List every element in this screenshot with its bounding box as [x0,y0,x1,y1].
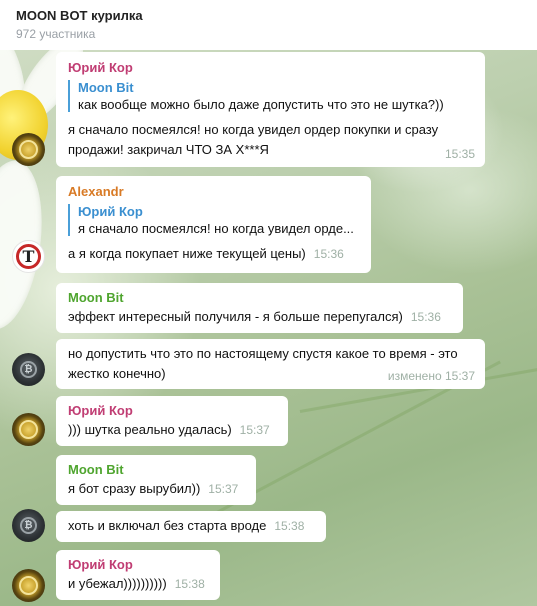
message-time: 15:37 [208,482,239,496]
reply-author: Moon Bit [78,80,134,95]
sender-name[interactable]: Moon Bit [68,462,244,477]
message-bubble[interactable]: но допустить что это по настоящему спуст… [56,339,485,389]
message-text: я бот сразу вырубил)) [68,481,201,496]
message-text: я сначало посмеялся! но когда увидел орд… [68,122,439,157]
avatar-yuri[interactable] [12,413,45,446]
message-bubble[interactable]: Юрий Кор ))) шутка реально удалась) 15:37 [56,396,288,446]
message-time: 15:38 [274,519,305,533]
message-bubble[interactable]: хоть и включал без старта вроде 15:38 [56,511,326,542]
chat-window: MOON BOT курилка 972 участника Юрий Кор … [0,0,537,606]
message-bubble[interactable]: Moon Bit я бот сразу вырубил)) 15:37 [56,455,256,505]
message-time: 15:36 [313,247,344,261]
avatar-moonbit[interactable]: ₿ [12,353,45,386]
sender-name[interactable]: Alexandr [68,184,359,199]
message-bubble[interactable]: Юрий Кор Moon Bit как вообще можно было … [56,52,485,167]
message-text: а я когда покупает ниже текущей цены) [68,246,306,261]
member-count: 972 участника [16,27,96,41]
sender-name[interactable]: Moon Bit [68,290,451,305]
reply-text: я сначало посмеялся! но когда увидел орд… [78,221,354,236]
message-text: и убежал)))))))))) [68,576,167,591]
avatar-yuri[interactable] [12,133,45,166]
message-time: 15:37 [239,423,270,437]
sender-name[interactable]: Юрий Кор [68,60,473,75]
message-text: эффект интересный получиля - я больше пе… [68,309,403,324]
message-time: 15:35 [444,147,475,161]
avatar-yuri[interactable] [12,569,45,602]
message-bubble[interactable]: Юрий Кор и убежал)))))))))) 15:38 [56,550,220,600]
chat-header[interactable]: MOON BOT курилка 972 участника [0,0,537,50]
message-bubble[interactable]: Alexandr Юрий Кор я сначало посмеялся! н… [56,176,371,273]
reply-author: Юрий Кор [78,204,143,219]
avatar-moonbit[interactable]: ₿ [12,509,45,542]
sender-name[interactable]: Юрий Кор [68,557,208,572]
message-bubble[interactable]: Moon Bit эффект интересный получиля - я … [56,283,463,333]
reply-quote[interactable]: Юрий Кор я сначало посмеялся! но когда у… [68,204,359,236]
message-time: изменено 15:37 [387,369,475,383]
message-text: хоть и включал без старта вроде [68,518,267,533]
reply-text: как вообще можно было даже допустить что… [78,97,444,112]
sender-name[interactable]: Юрий Кор [68,403,276,418]
message-text: ))) шутка реально удалась) [68,422,232,437]
message-time: 15:36 [410,310,441,324]
message-time: 15:38 [174,577,205,591]
chat-title: MOON BOT курилка [16,8,143,23]
avatar-alexandr[interactable]: T [12,240,45,273]
reply-quote[interactable]: Moon Bit как вообще можно было даже допу… [68,80,473,112]
